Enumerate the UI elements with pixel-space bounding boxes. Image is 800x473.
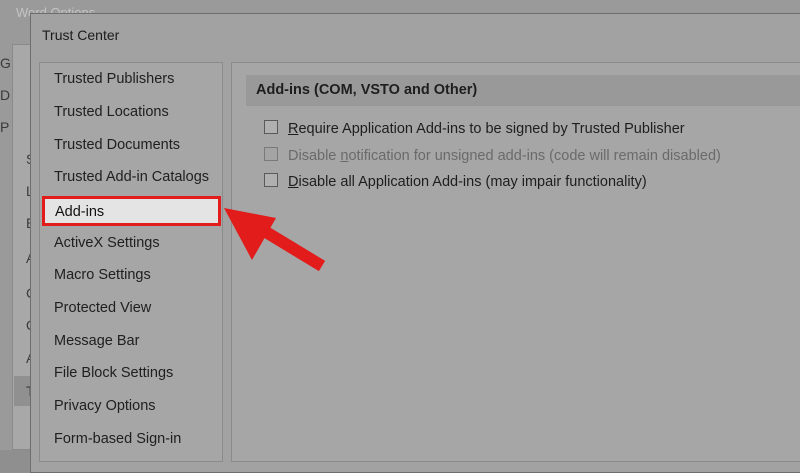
red-arrow-icon [224,208,326,272]
